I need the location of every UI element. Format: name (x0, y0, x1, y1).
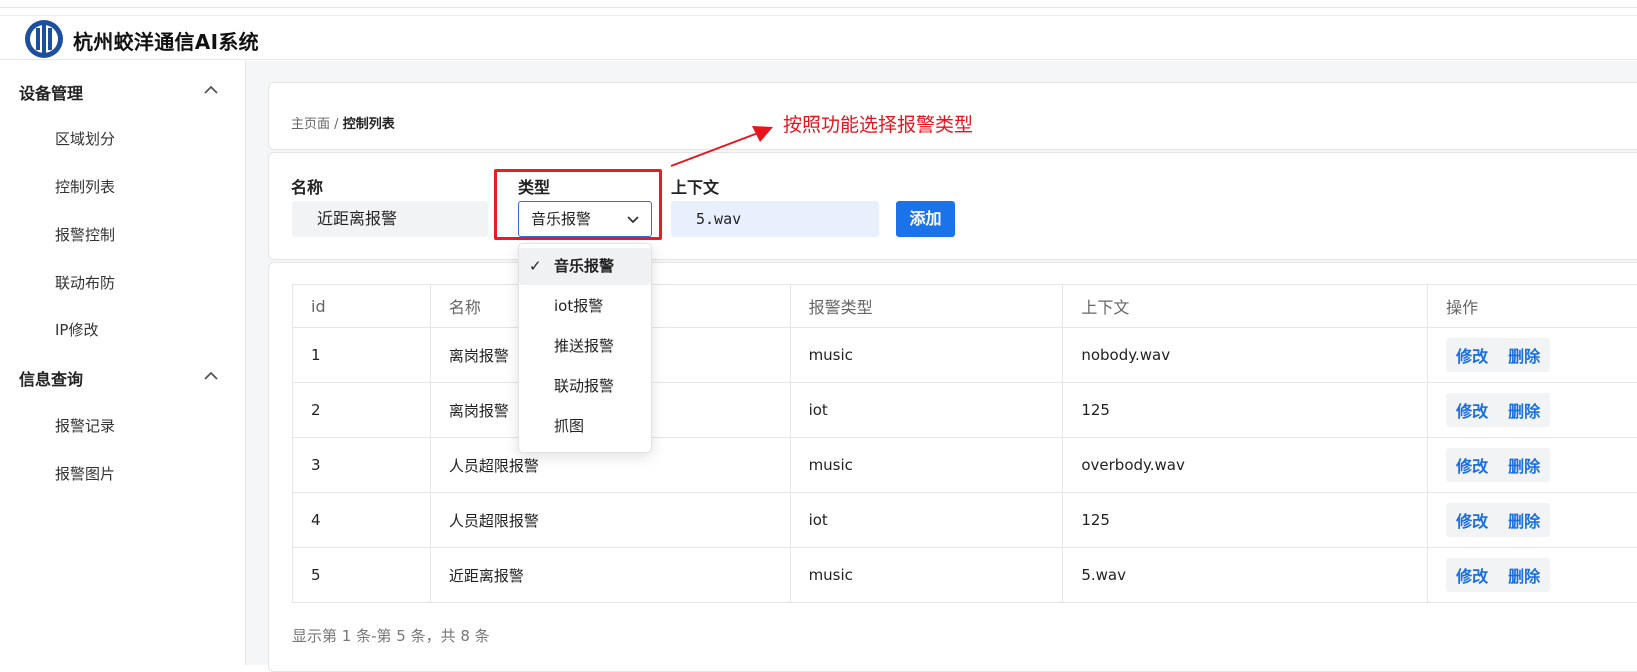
dropdown-option-iot-alarm[interactable]: iot报警 (519, 288, 651, 325)
sidebar-item-area-division[interactable]: 区域划分 (55, 128, 115, 149)
breadcrumb: 主页面 / 控制列表 (291, 113, 395, 132)
dropdown-option-label: iot报警 (554, 297, 603, 315)
cell-actions: 修改删除 (1428, 493, 1637, 548)
name-input[interactable]: 近距离报警 (292, 201, 488, 237)
sidebar-item-linkage-defense[interactable]: 联动布防 (55, 272, 115, 293)
cell-type: music (790, 328, 1063, 383)
edit-button[interactable]: 修改 (1446, 508, 1498, 532)
edit-button[interactable]: 修改 (1446, 343, 1498, 367)
dropdown-option-label: 推送报警 (554, 337, 614, 355)
cell-id: 4 (293, 493, 431, 548)
delete-button[interactable]: 删除 (1498, 563, 1550, 587)
app-title: 杭州蛟洋通信AI系统 (73, 26, 259, 55)
sidebar-item-alarm-records[interactable]: 报警记录 (55, 415, 115, 436)
column-header-actions: 操作 (1428, 285, 1637, 328)
cell-context: overbody.wav (1063, 438, 1428, 493)
cell-id: 3 (293, 438, 431, 493)
delete-button[interactable]: 删除 (1498, 343, 1550, 367)
cell-type: iot (790, 383, 1063, 438)
cell-type: iot (790, 493, 1063, 548)
dropdown-option-push-alarm[interactable]: 推送报警 (519, 328, 651, 365)
cell-actions: 修改删除 (1428, 548, 1637, 603)
cell-id: 2 (293, 383, 431, 438)
cell-type: music (790, 548, 1063, 603)
delete-button[interactable]: 删除 (1498, 508, 1550, 532)
dropdown-option-snapshot[interactable]: 抓图 (519, 408, 651, 445)
action-group: 修改删除 (1446, 448, 1550, 482)
table-row: 5 近距离报警 music 5.wav 修改删除 (293, 548, 1637, 603)
delete-button[interactable]: 删除 (1498, 453, 1550, 477)
edit-button[interactable]: 修改 (1446, 563, 1498, 587)
action-group: 修改删除 (1446, 503, 1550, 537)
cell-id: 1 (293, 328, 431, 383)
cell-name: 人员超限报警 (430, 493, 790, 548)
type-dropdown-menu: ✓ 音乐报警 iot报警 推送报警 联动报警 抓图 (518, 243, 652, 453)
cell-id: 5 (293, 548, 431, 603)
dropdown-option-label: 联动报警 (554, 377, 614, 395)
chevron-up-icon[interactable] (204, 371, 218, 381)
dropdown-option-music-alarm[interactable]: ✓ 音乐报警 (519, 248, 651, 285)
table-row: 1 离岗报警 music nobody.wav 修改删除 (293, 328, 1637, 383)
context-input[interactable]: 5.wav (671, 201, 879, 237)
column-header-context: 上下文 (1063, 285, 1428, 328)
check-icon: ✓ (529, 248, 542, 285)
sidebar: 设备管理 区域划分 控制列表 报警控制 联动布防 IP修改 信息查询 报警记录 … (0, 61, 246, 665)
action-group: 修改删除 (1446, 338, 1550, 372)
table-row: 3 人员超限报警 music overbody.wav 修改删除 (293, 438, 1637, 493)
breadcrumb-separator: / (334, 117, 338, 132)
context-label: 上下文 (671, 174, 719, 198)
top-strip (0, 0, 1637, 8)
dropdown-option-linkage-alarm[interactable]: 联动报警 (519, 368, 651, 405)
cell-context: nobody.wav (1063, 328, 1428, 383)
cell-context: 5.wav (1063, 548, 1428, 603)
sidebar-item-control-list[interactable]: 控制列表 (55, 176, 115, 197)
company-logo-icon (22, 19, 66, 59)
chevron-up-icon[interactable] (204, 85, 218, 95)
action-group: 修改删除 (1446, 393, 1550, 427)
cell-context: 125 (1063, 493, 1428, 548)
table-row: 4 人员超限报警 iot 125 修改删除 (293, 493, 1637, 548)
cell-actions: 修改删除 (1428, 383, 1637, 438)
cell-type: music (790, 438, 1063, 493)
app-header: 杭州蛟洋通信AI系统 (0, 15, 1637, 60)
sidebar-group-info-query[interactable]: 信息查询 (19, 366, 83, 390)
table-header-row: id 名称 报警类型 上下文 操作 (293, 285, 1637, 328)
edit-button[interactable]: 修改 (1446, 453, 1498, 477)
action-group: 修改删除 (1446, 558, 1550, 592)
sidebar-item-ip-modify[interactable]: IP修改 (55, 319, 98, 340)
delete-button[interactable]: 删除 (1498, 398, 1550, 422)
cell-name: 近距离报警 (430, 548, 790, 603)
highlight-box (494, 169, 662, 240)
breadcrumb-home[interactable]: 主页面 (291, 117, 330, 132)
cell-actions: 修改删除 (1428, 328, 1637, 383)
dropdown-option-label: 抓图 (554, 417, 584, 435)
sidebar-group-device-management[interactable]: 设备管理 (19, 80, 83, 104)
column-header-id: id (293, 285, 431, 328)
edit-button[interactable]: 修改 (1446, 398, 1498, 422)
sidebar-item-alarm-images[interactable]: 报警图片 (55, 463, 115, 484)
table-row: 2 离岗报警 iot 125 修改删除 (293, 383, 1637, 438)
breadcrumb-current: 控制列表 (343, 117, 395, 132)
dropdown-option-label: 音乐报警 (554, 257, 614, 275)
control-table: id 名称 报警类型 上下文 操作 1 离岗报警 music nobody.wa… (292, 284, 1637, 603)
annotation-text: 按照功能选择报警类型 (783, 110, 973, 137)
add-button[interactable]: 添加 (896, 201, 955, 237)
pagination-summary: 显示第 1 条-第 5 条，共 8 条 (292, 625, 490, 646)
name-label: 名称 (291, 174, 323, 198)
cell-actions: 修改删除 (1428, 438, 1637, 493)
sidebar-item-alarm-control[interactable]: 报警控制 (55, 224, 115, 245)
column-header-type: 报警类型 (790, 285, 1063, 328)
cell-context: 125 (1063, 383, 1428, 438)
